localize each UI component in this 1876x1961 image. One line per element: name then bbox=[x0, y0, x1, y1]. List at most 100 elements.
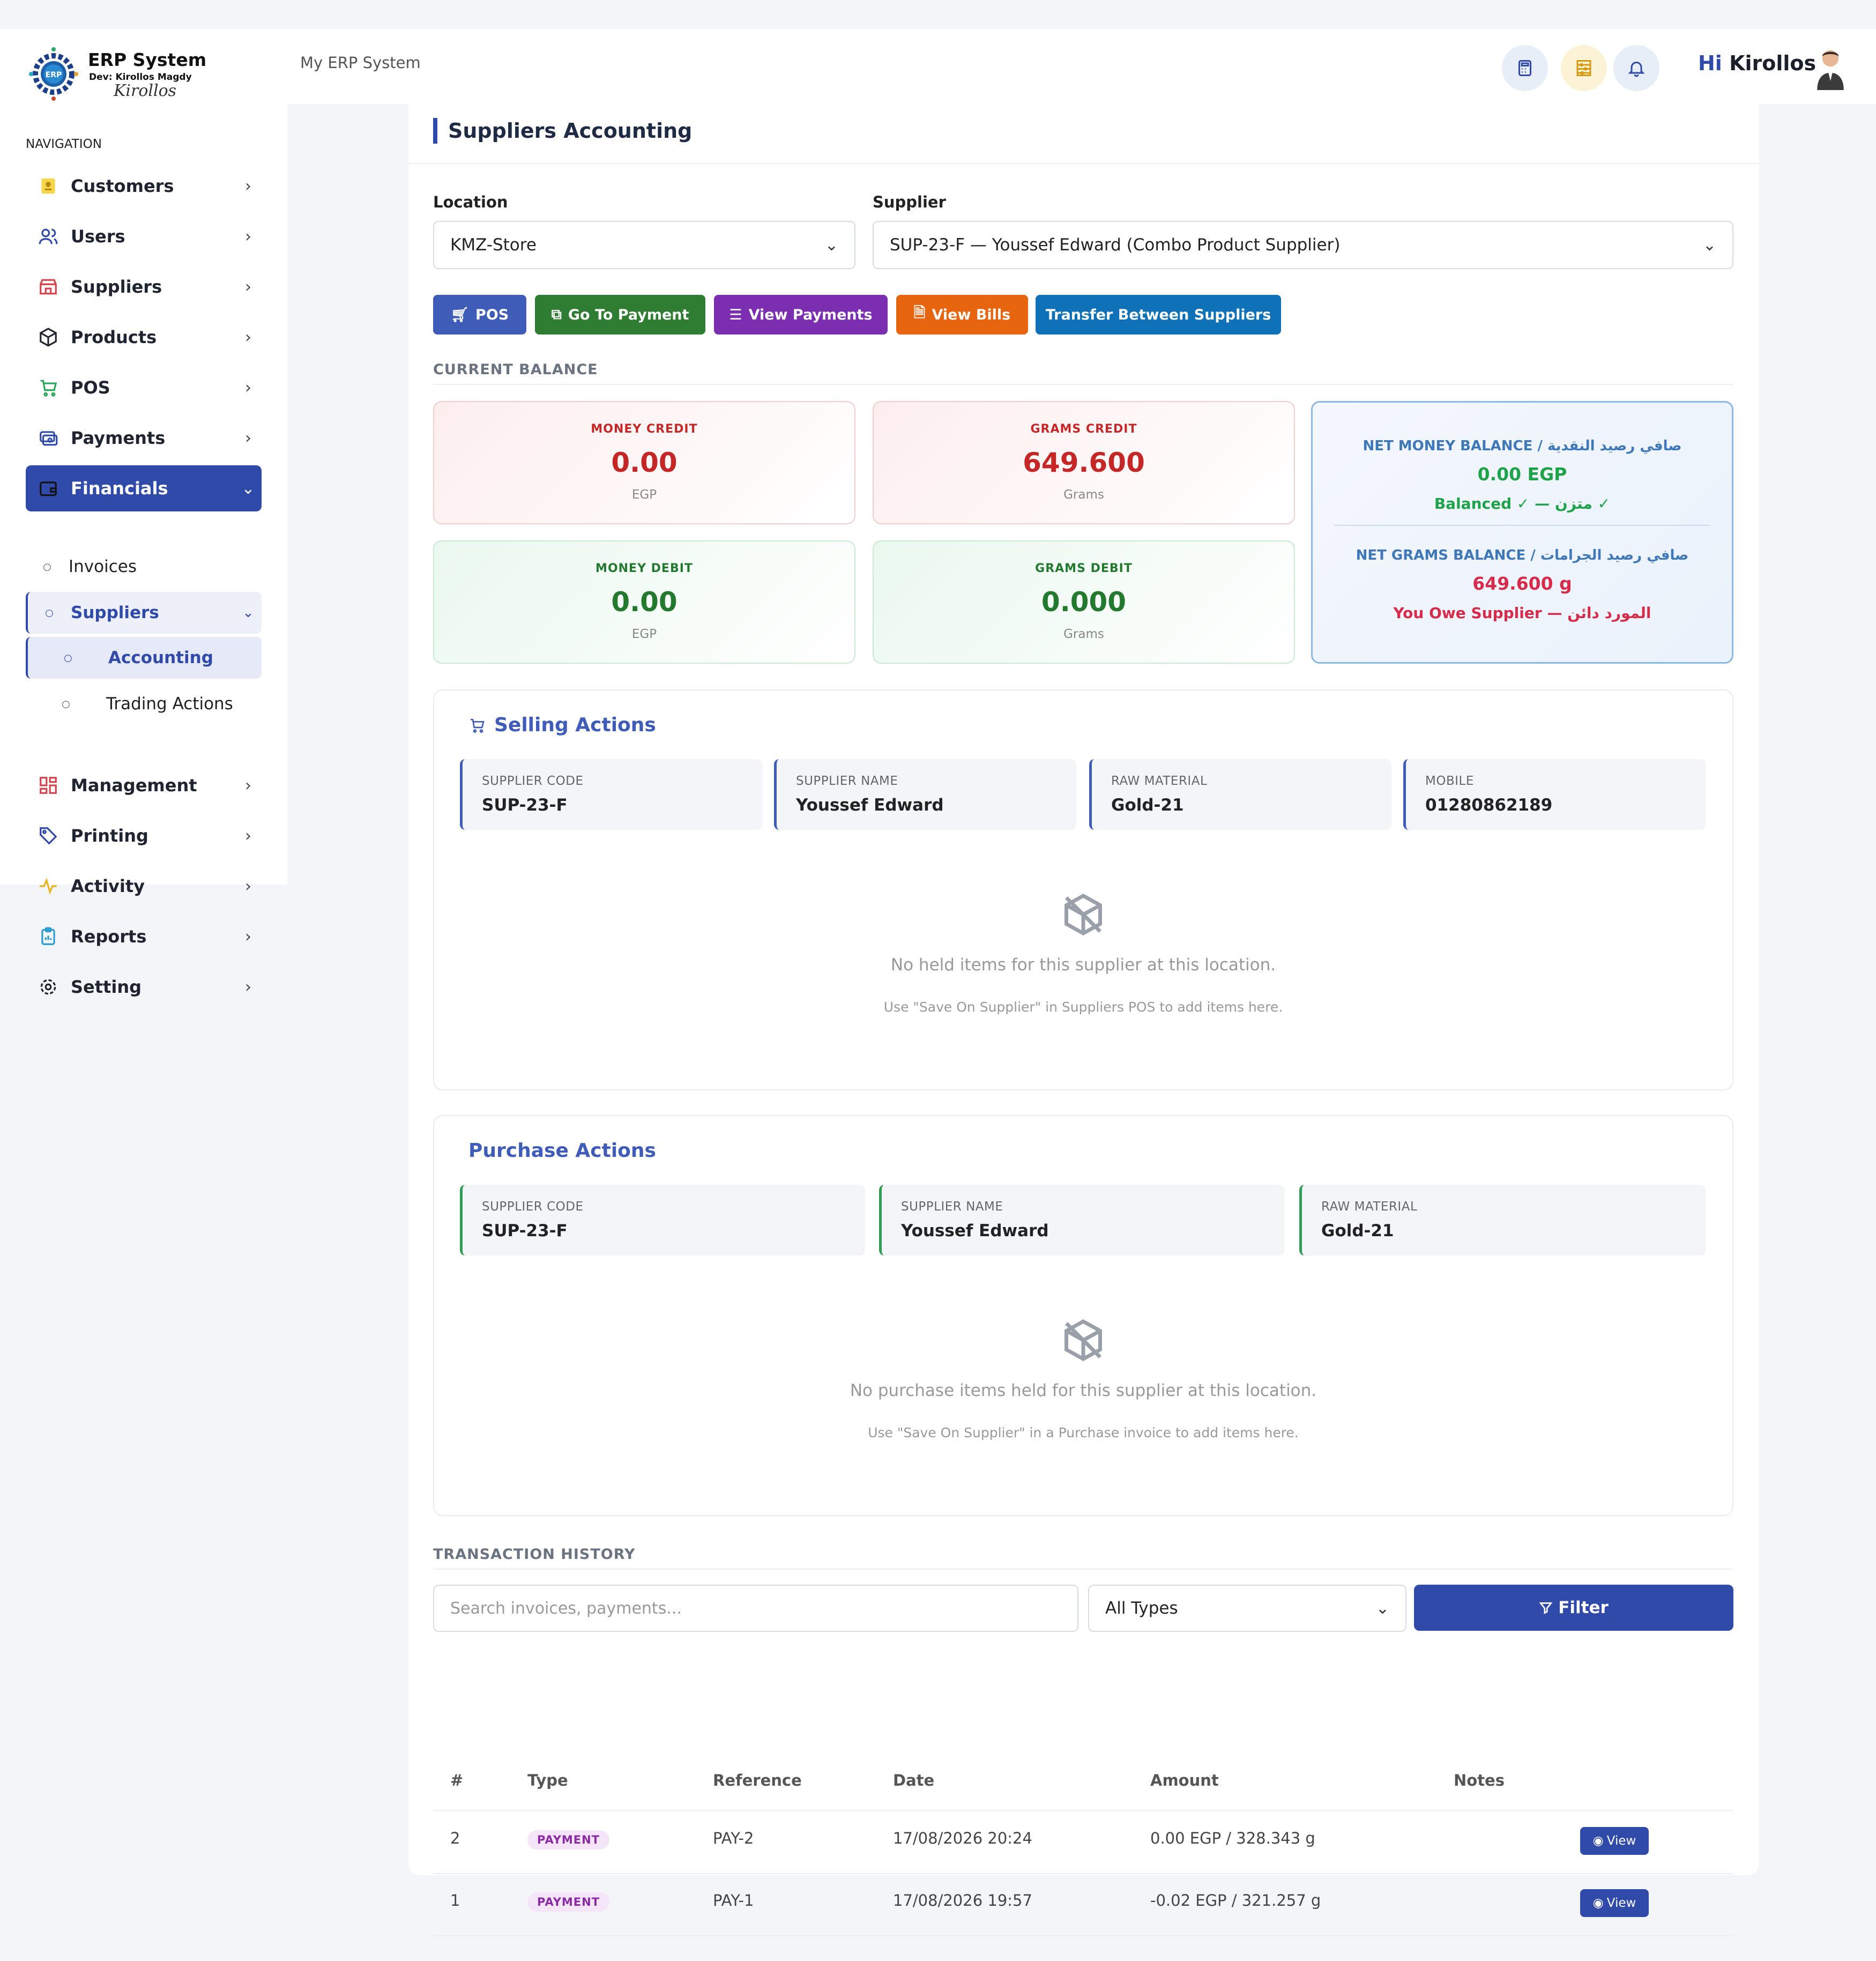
purchase-empty-hint: Use "Save On Supplier" in a Purchase inv… bbox=[868, 1425, 1299, 1440]
chevron-right-icon: › bbox=[245, 277, 251, 296]
info-supplier-code: SUPPLIER CODE SUP-23-F bbox=[460, 759, 762, 830]
gear-icon bbox=[26, 977, 71, 997]
location-select[interactable]: KMZ-Store ⌄ bbox=[433, 221, 855, 269]
net-money-label: NET MONEY BALANCE / صافي رصيد النقدية bbox=[1363, 438, 1682, 454]
bell-icon bbox=[1628, 62, 1645, 77]
row-amount: -0.02 EGP / 321.257 g bbox=[1150, 1891, 1321, 1910]
sidebar-item-users[interactable]: Users › bbox=[26, 213, 262, 259]
grams-debit-card: GRAMS DEBIT 0.000 Grams bbox=[873, 540, 1295, 664]
grams-debit-value: 0.000 bbox=[1041, 586, 1127, 618]
sidebar-item-reports[interactable]: Reports › bbox=[26, 913, 262, 960]
sidebar-item-customers[interactable]: Customers › bbox=[26, 163, 262, 209]
sidebar-item-suppliers[interactable]: Suppliers › bbox=[26, 264, 262, 310]
sidebar-item-activity[interactable]: Activity › bbox=[26, 863, 262, 909]
sidebar-subitem-accounting[interactable]: ○ Accounting bbox=[26, 637, 262, 679]
sidebar-subitem-label: Invoices bbox=[69, 557, 137, 576]
sidebar-subitem-trading[interactable]: ○ Trading Actions bbox=[26, 683, 262, 725]
sidebar-item-label: Financials bbox=[71, 478, 168, 499]
erp-logo-icon: ERP bbox=[29, 47, 78, 101]
greeting-name: Kirollos bbox=[1729, 51, 1817, 75]
location-value: KMZ-Store bbox=[450, 235, 537, 255]
calculator-button[interactable] bbox=[1502, 45, 1548, 91]
view-payments-label: View Payments bbox=[748, 306, 873, 323]
current-balance-caption: CURRENT BALANCE bbox=[433, 361, 598, 378]
pos-button[interactable]: 🛒︎ POS bbox=[433, 295, 526, 335]
sidebar-item-financials[interactable]: Financials ⌄ bbox=[26, 465, 262, 511]
money-debit-label: MONEY DEBIT bbox=[595, 562, 693, 575]
sidebar-item-label: Printing bbox=[71, 826, 148, 846]
sidebar: ERP ERP System Dev: Kirollos Magdy Kirol… bbox=[0, 29, 287, 997]
search-input[interactable]: Search invoices, payments... bbox=[433, 1585, 1078, 1632]
abacus-button[interactable] bbox=[1561, 45, 1607, 91]
money-credit-card: MONEY CREDIT 0.00 EGP bbox=[433, 401, 855, 524]
view-label: View bbox=[1606, 1834, 1636, 1848]
sidebar-item-label: Products bbox=[71, 327, 157, 347]
sidebar-subitem-label: Trading Actions bbox=[106, 694, 233, 714]
go-to-payment-button[interactable]: ⧉ Go To Payment bbox=[535, 295, 705, 335]
sidebar-subitem-invoices[interactable]: ○ Invoices bbox=[26, 546, 262, 588]
grams-credit-label: GRAMS CREDIT bbox=[1030, 422, 1137, 436]
grams-credit-unit: Grams bbox=[1063, 488, 1104, 502]
sidebar-item-management[interactable]: Management › bbox=[26, 762, 262, 808]
divider bbox=[433, 1873, 1733, 1874]
view-bills-button[interactable]: 🗎︎ View Bills bbox=[896, 295, 1028, 335]
sidebar-item-label: POS bbox=[71, 377, 110, 398]
chevron-down-icon: ⌄ bbox=[241, 479, 255, 498]
users-icon bbox=[26, 226, 71, 247]
document-icon: 🗎︎ bbox=[913, 304, 926, 321]
purchase-actions-title: Purchase Actions bbox=[468, 1140, 656, 1162]
view-payments-button[interactable]: ☰ View Payments bbox=[714, 295, 888, 335]
sidebar-item-products[interactable]: Products › bbox=[26, 314, 262, 360]
grams-debit-unit: Grams bbox=[1063, 627, 1104, 641]
tag-icon bbox=[26, 826, 71, 846]
sidebar-item-pos[interactable]: POS › bbox=[26, 365, 262, 411]
row-num: 2 bbox=[450, 1829, 460, 1847]
abacus-icon bbox=[1576, 60, 1591, 76]
chevron-down-icon: ⌄ bbox=[824, 235, 838, 255]
eye-icon: ◉ bbox=[1592, 1834, 1604, 1848]
empty-box-icon bbox=[1064, 893, 1102, 936]
sidebar-item-printing[interactable]: Printing › bbox=[26, 813, 262, 859]
avatar[interactable] bbox=[1815, 47, 1846, 90]
user-greeting[interactable]: Hi Kirollos bbox=[1698, 51, 1816, 75]
purchase-actions-panel: Purchase Actions SUPPLIER CODE SUP-23-F … bbox=[433, 1115, 1733, 1516]
net-grams-status: You Owe Supplier — المورد دائن bbox=[1393, 604, 1651, 622]
chevron-right-icon: › bbox=[245, 176, 251, 196]
supplier-select[interactable]: SUP-23-F — Youssef Edward (Combo Product… bbox=[873, 221, 1733, 269]
col-amount: Amount bbox=[1150, 1771, 1219, 1789]
view-bills-label: View Bills bbox=[932, 306, 1011, 323]
brand[interactable]: ERP ERP System Dev: Kirollos Magdy Kirol… bbox=[28, 45, 264, 109]
customers-icon bbox=[26, 176, 71, 196]
col-date: Date bbox=[893, 1771, 935, 1789]
view-button[interactable]: ◉ View bbox=[1580, 1889, 1649, 1917]
type-select[interactable]: All Types ⌄ bbox=[1088, 1585, 1406, 1632]
chevron-right-icon: › bbox=[245, 927, 251, 946]
view-button[interactable]: ◉ View bbox=[1580, 1827, 1649, 1855]
breadcrumb[interactable]: My ERP System bbox=[300, 54, 421, 72]
info-value: Youssef Edward bbox=[796, 796, 944, 815]
clipboard-icon bbox=[26, 926, 71, 947]
chevron-right-icon: › bbox=[245, 328, 251, 347]
money-credit-unit: EGP bbox=[631, 488, 657, 502]
payments-icon bbox=[26, 428, 71, 448]
sidebar-item-setting[interactable]: Setting › bbox=[26, 964, 262, 1010]
notifications-button[interactable] bbox=[1613, 45, 1659, 91]
transfer-suppliers-button[interactable]: Transfer Between Suppliers bbox=[1036, 295, 1281, 335]
type-badge: PAYMENT bbox=[527, 1830, 610, 1849]
info-raw-material: RAW MATERIAL Gold-21 bbox=[1089, 759, 1391, 830]
sidebar-item-label: Customers bbox=[71, 176, 174, 196]
net-money-status: Balanced ✓ — متزن ✓ bbox=[1434, 495, 1611, 512]
go-to-payment-label: Go To Payment bbox=[568, 306, 689, 323]
search-placeholder: Search invoices, payments... bbox=[450, 1599, 682, 1618]
activity-icon bbox=[26, 876, 71, 896]
filter-button[interactable]: Filter bbox=[1414, 1585, 1733, 1631]
empty-box-icon bbox=[1064, 1319, 1102, 1362]
supplier-value: SUP-23-F — Youssef Edward (Combo Product… bbox=[890, 235, 1341, 255]
box-icon bbox=[26, 327, 71, 347]
transfer-label: Transfer Between Suppliers bbox=[1045, 306, 1271, 323]
info-supplier-name: SUPPLIER NAME Youssef Edward bbox=[774, 759, 1076, 830]
divider bbox=[433, 1810, 1733, 1811]
sidebar-item-payments[interactable]: Payments › bbox=[26, 415, 262, 461]
info-value: Youssef Edward bbox=[901, 1221, 1049, 1241]
sidebar-subitem-suppliers[interactable]: ○ Suppliers ⌄ bbox=[26, 592, 262, 634]
